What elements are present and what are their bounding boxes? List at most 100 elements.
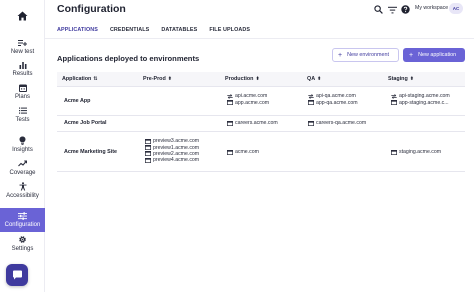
env-url[interactable]: careers-qa.acme.com	[308, 120, 366, 126]
api-icon	[227, 93, 233, 99]
help-button[interactable]	[401, 4, 410, 15]
table-row[interactable]: Acme Marketing Site preview3.acme.com pr…	[57, 132, 465, 172]
env-url[interactable]: careers.acme.com	[227, 120, 278, 126]
column-header-qa[interactable]: QA ⬍	[307, 76, 321, 82]
api-icon	[391, 93, 397, 99]
browser-icon	[227, 100, 233, 106]
sidebar-item-label: Tests	[15, 117, 30, 123]
qa-cell: careers-qa.acme.com	[308, 120, 366, 126]
browser-icon	[308, 100, 314, 106]
env-url[interactable]: staging.acme.com	[391, 149, 441, 155]
home-icon	[17, 11, 28, 21]
sliders-icon	[18, 210, 27, 221]
column-header-preprod[interactable]: Pre-Prod ⬍	[143, 76, 172, 82]
sort-icon: ⬍	[409, 76, 414, 82]
sidebar-item-configuration[interactable]: Configuration	[0, 208, 45, 232]
qa-cell: api-qa.acme.com app-qa.acme.com	[308, 93, 358, 106]
browser-icon	[391, 100, 397, 106]
sidebar-item-settings[interactable]: Settings	[0, 234, 45, 256]
calendar-icon	[18, 82, 27, 93]
workspace-initials: AC	[452, 6, 460, 11]
accessibility-icon	[19, 181, 27, 192]
workspace-avatar[interactable]: AC	[449, 3, 463, 14]
browser-icon	[391, 149, 397, 155]
new-application-button[interactable]: + New application	[403, 48, 465, 62]
column-header-production[interactable]: Production ⬍	[225, 76, 260, 82]
sidebar-item-label: Insights	[12, 147, 33, 153]
chat-button[interactable]	[6, 264, 28, 286]
search-button[interactable]	[374, 4, 383, 15]
sort-icon: ⇅	[93, 76, 98, 82]
table-header: Application ⇅ Pre-Prod ⬍ Production ⬍ QA…	[57, 72, 465, 87]
env-url[interactable]: api-staging.acme.com	[391, 93, 450, 99]
table-row[interactable]: Acme App api.acme.com app.acme.com api-q…	[57, 87, 465, 116]
bulb-icon	[19, 135, 26, 146]
env-url[interactable]: app.acme.com	[227, 99, 269, 106]
env-url[interactable]: app-staging.acme.c...	[391, 99, 450, 106]
application-name: Acme Marketing Site	[64, 149, 118, 155]
gear-icon	[18, 234, 27, 245]
production-cell: acme.com	[227, 149, 259, 155]
preprod-cell: preview3.acme.com preview1.acme.com prev…	[145, 138, 199, 164]
browser-icon	[145, 138, 151, 144]
sidebar-item-coverage[interactable]: Coverage	[0, 158, 45, 180]
sort-icon: ⬍	[255, 76, 260, 82]
home-button[interactable]	[0, 6, 45, 26]
sidebar-item-label: Results	[12, 71, 33, 77]
workspace-switcher[interactable]: My workspace	[415, 5, 448, 11]
column-header-application[interactable]: Application ⇅	[62, 76, 98, 82]
browser-icon	[227, 120, 233, 126]
browser-icon	[145, 157, 151, 163]
env-url[interactable]: preview4.acme.com	[145, 157, 199, 163]
sort-icon: ⬍	[167, 76, 172, 82]
list-icon	[18, 105, 27, 116]
browser-icon	[145, 145, 151, 151]
list-plus-icon	[18, 37, 27, 48]
browser-icon	[145, 151, 151, 157]
staging-cell: staging.acme.com	[391, 149, 441, 155]
production-cell: careers.acme.com	[227, 120, 278, 126]
bar-chart-icon	[19, 59, 27, 70]
staging-cell: api-staging.acme.com app-staging.acme.c.…	[391, 93, 450, 106]
env-url[interactable]: app-qa.acme.com	[308, 99, 358, 106]
sidebar-item-label: Plans	[14, 94, 30, 100]
page-title: Configuration	[57, 3, 126, 15]
api-icon	[308, 93, 314, 99]
env-url[interactable]: preview1.acme.com	[145, 144, 199, 151]
env-url[interactable]: preview3.acme.com	[145, 138, 199, 144]
tab-divider	[45, 38, 474, 39]
sort-icon: ⬍	[317, 76, 322, 82]
sidebar-item-insights[interactable]: Insights	[0, 135, 45, 157]
sidebar-item-label: Settings	[11, 246, 34, 252]
plus-icon: +	[409, 51, 414, 59]
table-row[interactable]: Acme Job Portal careers.acme.com careers…	[57, 116, 465, 132]
applications-table: Application ⇅ Pre-Prod ⬍ Production ⬍ QA…	[57, 72, 465, 172]
section-title: Applications deployed to environments	[57, 54, 200, 63]
production-cell: api.acme.com app.acme.com	[227, 93, 269, 106]
browser-icon	[308, 120, 314, 126]
sidebar-item-accessibility[interactable]: Accessibility	[0, 181, 45, 203]
sidebar-item-plans[interactable]: Plans	[0, 82, 45, 104]
search-icon	[374, 5, 383, 14]
chat-icon	[12, 270, 22, 280]
sidebar-item-label: Coverage	[9, 170, 36, 176]
sidebar-item-results[interactable]: Results	[0, 59, 45, 81]
sidebar-item-new-test[interactable]: New test	[0, 37, 45, 59]
sidebar-item-label: Configuration	[4, 222, 41, 228]
new-environment-label: New environment	[347, 52, 390, 58]
sidebar-item-label: New test	[10, 49, 35, 55]
application-name: Acme Job Portal	[64, 120, 107, 126]
filter-icon	[388, 6, 397, 13]
browser-icon	[227, 149, 233, 155]
sidebar-item-label: Accessibility	[6, 193, 39, 199]
application-name: Acme App	[64, 98, 91, 104]
env-url[interactable]: acme.com	[227, 149, 259, 155]
sidebar-item-tests[interactable]: Tests	[0, 105, 45, 127]
env-url[interactable]: preview2.acme.com	[145, 151, 199, 157]
sidebar: New test Results Plans Tests Insights Co…	[0, 0, 45, 292]
trend-icon	[18, 158, 27, 169]
new-environment-button[interactable]: + New environment	[332, 48, 399, 62]
column-header-staging[interactable]: Staging ⬍	[388, 76, 414, 82]
env-url[interactable]: api-qa.acme.com	[308, 93, 358, 99]
filter-button[interactable]	[388, 4, 397, 15]
